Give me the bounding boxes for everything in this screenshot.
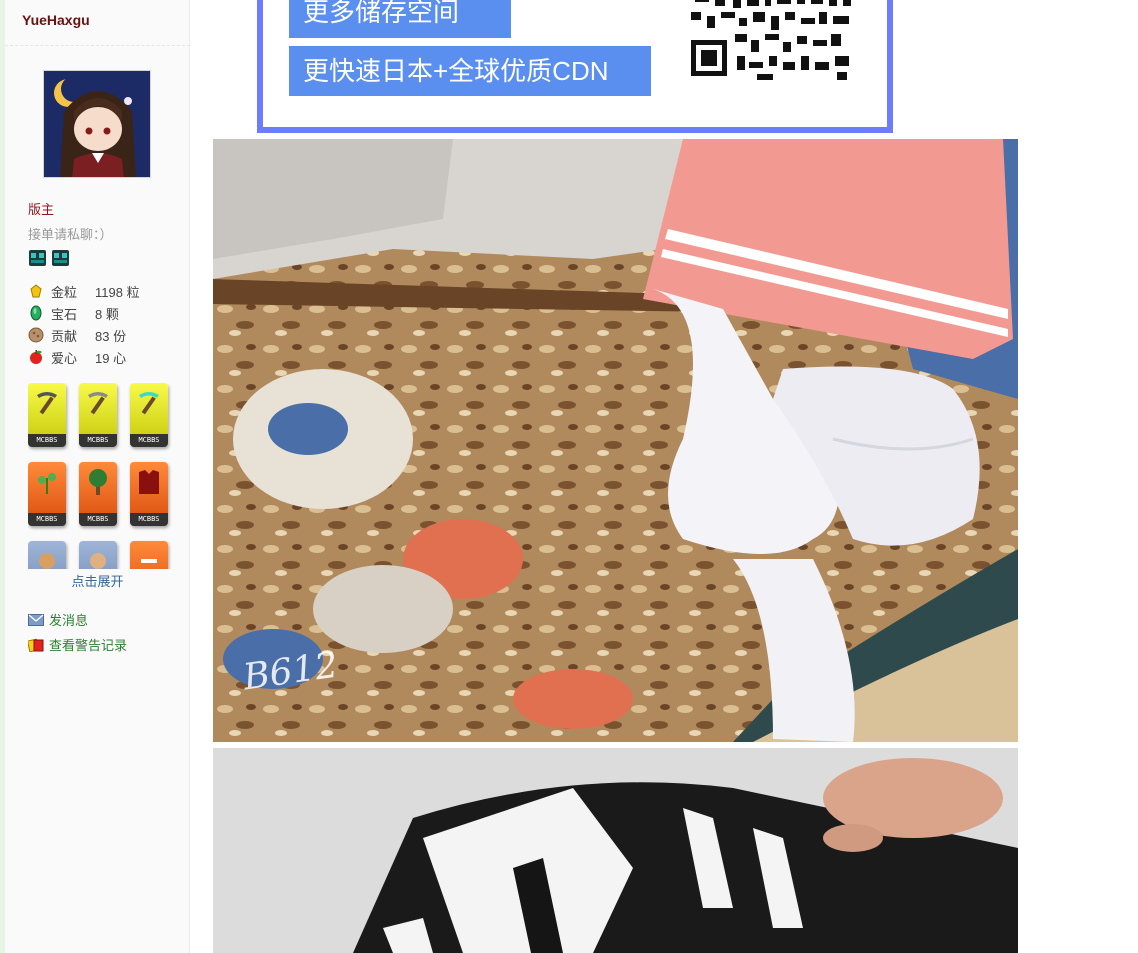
medal-iron-pickaxe[interactable]: MCBBS: [79, 383, 117, 447]
author-username[interactable]: YueHaxgu: [22, 12, 90, 28]
author-sidebar: YueHaxgu 版主 接单请私聊：） 金粒 1198 粒 宝石 8 颗 贡献 …: [5, 0, 190, 953]
emerald-icon: [30, 305, 42, 321]
medal-item[interactable]: [79, 541, 117, 569]
gold-nugget-icon: [30, 284, 42, 298]
user-rank: 版主: [28, 202, 55, 217]
stat-name: 宝石: [51, 306, 78, 322]
stat-row-gem: 宝石 8 颗: [28, 302, 140, 324]
pickaxe-icon: [88, 392, 108, 415]
user-signature: 接单请私聊：）: [28, 227, 113, 242]
user-badges: [28, 249, 70, 267]
post-image[interactable]: B612: [213, 139, 1018, 742]
stat-row-gold: 金粒 1198 粒: [28, 280, 140, 302]
pickaxe-icon: [37, 392, 57, 415]
medal-tag: MCBBS: [28, 434, 66, 447]
tree-icon: [89, 469, 107, 495]
medal-tag: MCBBS: [130, 434, 168, 447]
medal-item[interactable]: [28, 541, 66, 569]
apple-heart-icon: [30, 350, 42, 364]
contribution-icon: [28, 327, 44, 343]
item-icon: [39, 553, 55, 569]
medal-item[interactable]: [130, 541, 168, 569]
medal-tag: MCBBS: [28, 513, 66, 526]
medal-tag: MCBBS: [79, 434, 117, 447]
ad-cdn-button[interactable]: 更快速日本+全球优质CDN: [289, 46, 651, 96]
stat-value: 19 心: [95, 350, 127, 366]
medal-stone-pickaxe[interactable]: MCBBS: [28, 383, 66, 447]
avatar[interactable]: [43, 70, 151, 178]
send-message-link[interactable]: 发消息: [28, 607, 127, 632]
stat-name: 爱心: [51, 350, 78, 366]
view-warnings-link[interactable]: 查看警告记录: [28, 632, 127, 657]
medal-diamond-pickaxe[interactable]: MCBBS: [130, 383, 168, 447]
qr-code-icon: [687, 0, 857, 86]
medal-tag: MCBBS: [79, 513, 117, 526]
medal-wall: MCBBS MCBBS MCBBS MCBBS MCBBS MCBBS: [28, 383, 178, 569]
medal-sapling[interactable]: MCBBS: [28, 462, 66, 526]
expand-medals-link[interactable]: 点击展开: [5, 571, 190, 590]
item-icon: [90, 553, 106, 569]
ad-storage-button[interactable]: 更多储存空间: [289, 0, 511, 38]
stat-row-love: 爱心 19 心: [28, 346, 140, 368]
divider: [5, 45, 190, 46]
bone-icon: [141, 559, 157, 563]
send-message-label[interactable]: 发消息: [49, 610, 88, 629]
author-actions: 发消息 查看警告记录: [28, 607, 127, 657]
user-stats: 金粒 1198 粒 宝石 8 颗 贡献 83 份 爱心 19 心: [28, 280, 140, 368]
stat-name: 金粒: [51, 284, 78, 300]
creeper-badge-icon: [52, 250, 69, 266]
post-image[interactable]: [213, 748, 1018, 953]
stat-value: 1198 粒: [95, 284, 140, 300]
stat-value: 8 颗: [95, 306, 119, 322]
sapling-icon: [38, 473, 56, 494]
warning-card-icon: [28, 638, 44, 652]
stat-name: 贡献: [51, 328, 78, 344]
armor-icon: [139, 470, 159, 494]
medal-tag: MCBBS: [130, 513, 168, 526]
creeper-badge-icon: [29, 250, 46, 266]
medal-tree[interactable]: MCBBS: [79, 462, 117, 526]
envelope-icon: [28, 613, 44, 626]
stat-value: 83 份: [95, 328, 127, 344]
pickaxe-icon: [139, 392, 159, 415]
forum-post-page: YueHaxgu 版主 接单请私聊：） 金粒 1198 粒 宝石 8 颗 贡献 …: [0, 0, 1138, 953]
medal-armor[interactable]: MCBBS: [130, 462, 168, 526]
ad-banner[interactable]: 更多储存空间 更快速日本+全球优质CDN: [257, 0, 893, 133]
stat-row-contribution: 贡献 83 份: [28, 324, 140, 346]
view-warnings-label[interactable]: 查看警告记录: [49, 635, 127, 654]
